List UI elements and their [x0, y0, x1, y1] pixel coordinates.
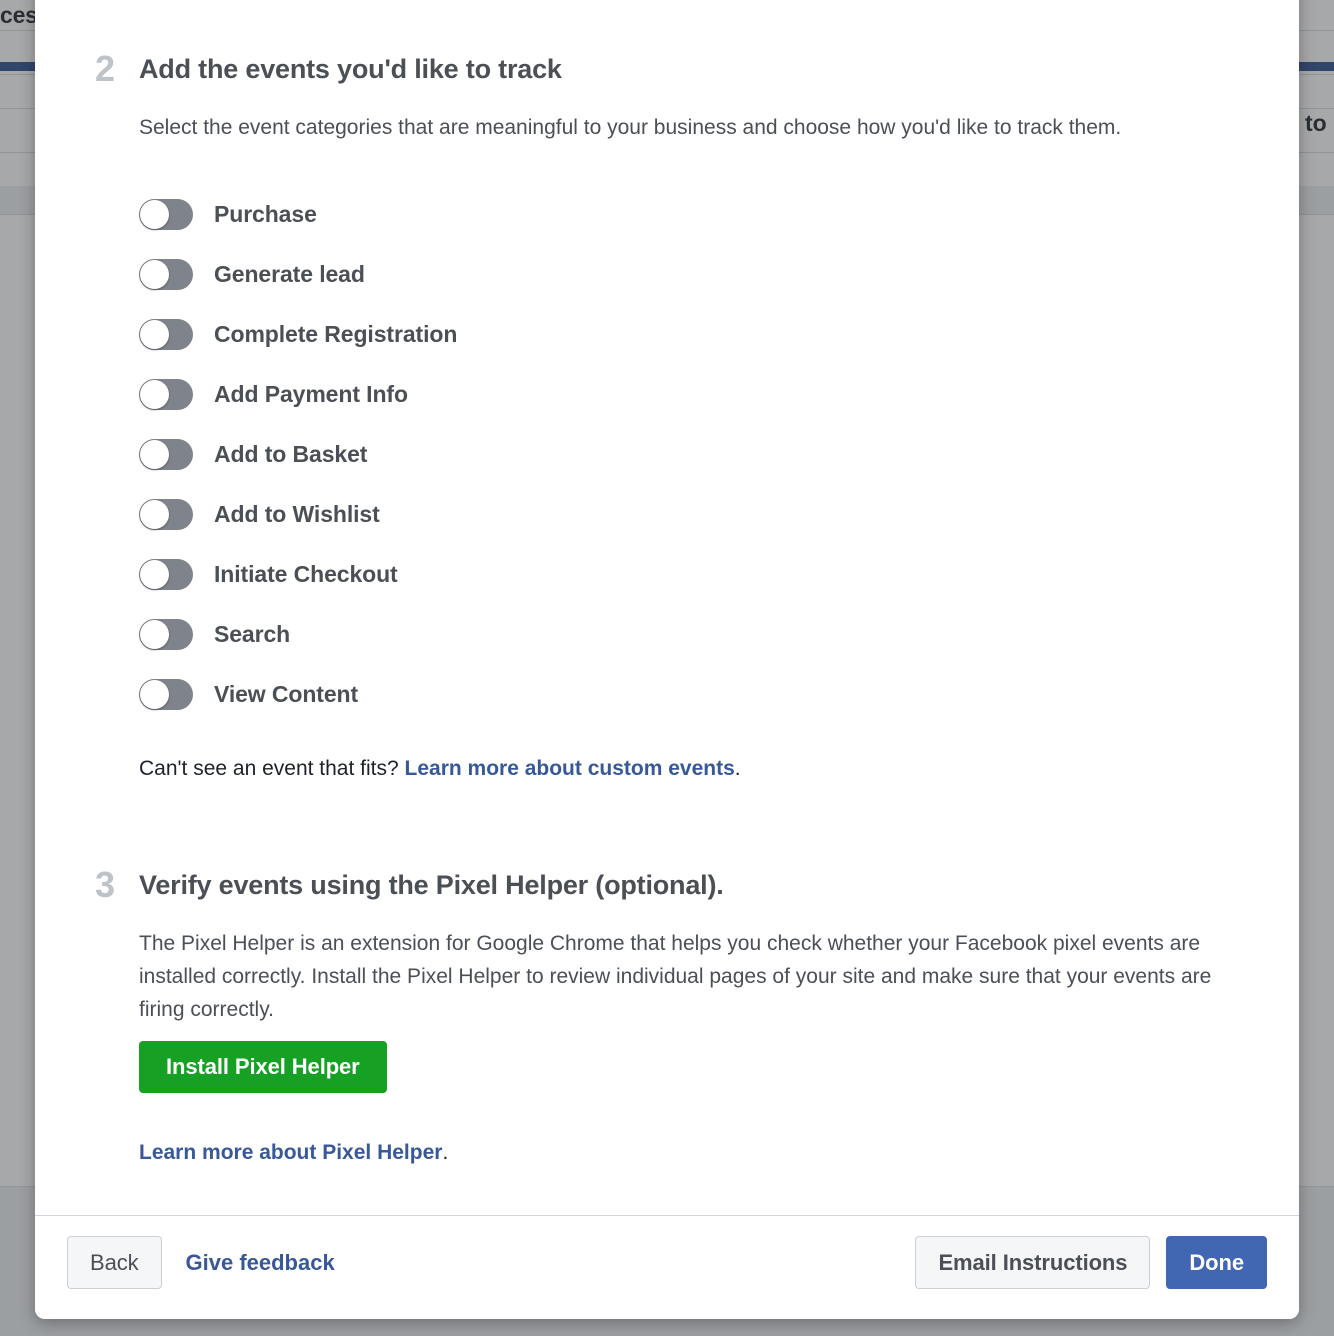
event-toggle-search[interactable]: Search	[139, 604, 457, 664]
install-pixel-helper-button[interactable]: Install Pixel Helper	[139, 1041, 387, 1093]
toggle-switch[interactable]	[139, 318, 193, 350]
event-toggle-generate-lead[interactable]: Generate lead	[139, 244, 457, 304]
toggle-switch[interactable]	[139, 498, 193, 530]
toggle-switch[interactable]	[139, 558, 193, 590]
toggle-knob	[140, 379, 169, 409]
step-3-title: Verify events using the Pixel Helper (op…	[139, 870, 724, 900]
custom-events-note: Can't see an event that fits? Learn more…	[139, 754, 741, 784]
give-feedback-link[interactable]: Give feedback	[186, 1250, 335, 1276]
event-label: Add to Wishlist	[214, 500, 380, 527]
toggle-knob	[140, 559, 169, 589]
pixel-helper-link-suffix: .	[442, 1141, 449, 1164]
toggle-knob	[140, 619, 169, 649]
toggle-knob	[140, 499, 169, 529]
footer-right-group: Email Instructions Done	[915, 1236, 1267, 1289]
event-label: Search	[214, 620, 291, 647]
step-2-number: 2	[95, 48, 116, 89]
page-root: ces to 2 Add the events you'd like to tr…	[0, 0, 1334, 1336]
event-toggle-add-to-wishlist[interactable]: Add to Wishlist	[139, 484, 457, 544]
event-label: Add to Basket	[214, 440, 368, 467]
event-toggle-complete-registration[interactable]: Complete Registration	[139, 304, 457, 364]
toggle-knob	[140, 439, 169, 469]
toggle-switch[interactable]	[139, 198, 193, 230]
pixel-setup-dialog: 2 Add the events you'd like to track Sel…	[35, 0, 1299, 1319]
event-label: Initiate Checkout	[214, 560, 398, 587]
toggle-knob	[140, 259, 169, 289]
custom-events-suffix: .	[734, 757, 741, 780]
event-label: View Content	[214, 680, 359, 707]
toggle-knob	[140, 679, 169, 709]
step-2-description: Select the event categories that are mea…	[139, 116, 1122, 139]
step-2-title: Add the events you'd like to track	[139, 54, 562, 84]
email-instructions-button[interactable]: Email Instructions	[915, 1236, 1151, 1289]
learn-more-custom-events-link[interactable]: Learn more about custom events	[405, 757, 735, 780]
footer-left-group: Back Give feedback	[67, 1236, 335, 1289]
event-label: Purchase	[214, 200, 317, 227]
event-toggle-purchase[interactable]: Purchase	[139, 184, 457, 244]
toggle-switch[interactable]	[139, 378, 193, 410]
event-label: Complete Registration	[214, 320, 458, 347]
event-toggle-initiate-checkout[interactable]: Initiate Checkout	[139, 544, 457, 604]
dialog-body: 2 Add the events you'd like to track Sel…	[35, 0, 1299, 1215]
event-toggle-add-payment-info[interactable]: Add Payment Info	[139, 364, 457, 424]
event-toggle-list: Purchase Generate lead Complete Registra…	[139, 184, 457, 724]
event-label: Add Payment Info	[214, 380, 408, 407]
back-button[interactable]: Back	[67, 1236, 162, 1289]
custom-events-prefix: Can't see an event that fits?	[139, 757, 405, 780]
event-toggle-add-to-basket[interactable]: Add to Basket	[139, 424, 457, 484]
toggle-knob	[140, 319, 169, 349]
toggle-switch[interactable]	[139, 618, 193, 650]
event-label: Generate lead	[214, 260, 365, 287]
learn-more-pixel-helper-link[interactable]: Learn more about Pixel Helper	[139, 1141, 442, 1164]
step-3-number: 3	[95, 864, 116, 905]
dialog-footer: Back Give feedback Email Instructions Do…	[35, 1215, 1299, 1319]
step-3-description: The Pixel Helper is an extension for Goo…	[139, 932, 1212, 1021]
pixel-helper-learn-more-note: Learn more about Pixel Helper.	[139, 1138, 448, 1168]
toggle-knob	[140, 199, 169, 229]
toggle-switch[interactable]	[139, 678, 193, 710]
toggle-switch[interactable]	[139, 438, 193, 470]
toggle-switch[interactable]	[139, 258, 193, 290]
done-button[interactable]: Done	[1166, 1236, 1267, 1289]
event-toggle-view-content[interactable]: View Content	[139, 664, 457, 724]
